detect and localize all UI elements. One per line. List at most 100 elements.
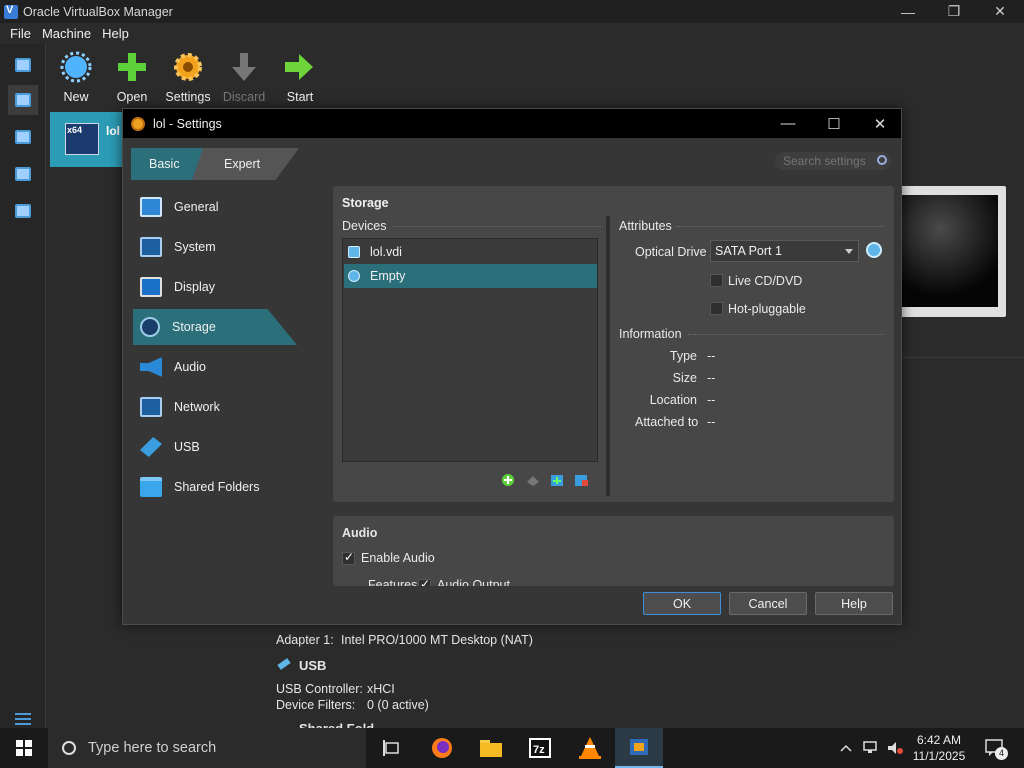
- start-menu-button[interactable]: [0, 728, 48, 768]
- remove-controller-icon[interactable]: [525, 472, 541, 488]
- media-icon: [15, 167, 31, 181]
- usb-section-header[interactable]: USB: [299, 658, 326, 673]
- panel-splitter[interactable]: [606, 216, 610, 496]
- device-label: Empty: [370, 269, 406, 283]
- file-explorer-taskbar-button[interactable]: [467, 728, 515, 768]
- storage-devices-tree[interactable]: lol.vdi Empty: [342, 238, 598, 462]
- settings-button[interactable]: Settings: [162, 46, 214, 106]
- close-button[interactable]: ✕: [977, 0, 1023, 23]
- optical-drive-select[interactable]: SATA Port 1: [710, 240, 859, 262]
- nav-system[interactable]: System: [133, 229, 297, 265]
- network-tool-button[interactable]: [8, 196, 38, 226]
- list-icon: [15, 713, 31, 725]
- features-label: Features: [368, 578, 418, 586]
- menu-help[interactable]: Help: [102, 26, 129, 41]
- device-item-empty[interactable]: Empty: [344, 264, 597, 288]
- search-settings-box: [775, 152, 891, 170]
- ok-button[interactable]: OK: [643, 592, 721, 615]
- settings-label: Settings: [165, 90, 211, 104]
- start-button[interactable]: Start: [274, 46, 326, 106]
- 7zip-icon: 7z: [529, 738, 551, 758]
- nav-usb[interactable]: USB: [133, 429, 297, 465]
- welcome-tool-button[interactable]: [8, 50, 38, 80]
- task-view-button[interactable]: [368, 728, 416, 768]
- cancel-button[interactable]: Cancel: [729, 592, 807, 615]
- clock-time: 6:42 AM: [916, 733, 962, 747]
- discard-arrow-icon: [227, 50, 261, 84]
- chevron-down-icon: [845, 249, 853, 254]
- nav-shared-folders[interactable]: Shared Folders: [133, 469, 297, 505]
- preview-screen: [902, 195, 998, 307]
- optical-drive-label: Optical Drive: [635, 245, 707, 259]
- start-arrow-icon: [283, 50, 317, 84]
- nav-general[interactable]: General: [133, 189, 297, 225]
- device-item-lol-vdi[interactable]: lol.vdi: [344, 240, 597, 264]
- vlc-taskbar-button[interactable]: [566, 728, 614, 768]
- choose-disk-icon[interactable]: [866, 242, 882, 258]
- volume-muted-icon: [888, 742, 903, 754]
- start-label: Start: [286, 90, 314, 104]
- folder-icon: [140, 477, 162, 497]
- discard-button[interactable]: Discard: [218, 46, 270, 106]
- welcome-icon: [15, 58, 31, 72]
- audio-title: Audio: [342, 526, 378, 540]
- hot-pluggable-checkbox[interactable]: [710, 302, 723, 315]
- enable-audio-checkbox[interactable]: [342, 550, 355, 565]
- nav-usb-label: USB: [174, 440, 200, 454]
- vm-preview: [890, 186, 1006, 317]
- extensions-tool-button[interactable]: [8, 122, 38, 152]
- nav-display[interactable]: Display: [133, 269, 297, 305]
- add-controller-icon[interactable]: [500, 472, 516, 488]
- audio-output-label[interactable]: Audio Output: [437, 578, 510, 586]
- folder-icon: [480, 740, 502, 757]
- network-tray-button[interactable]: [860, 728, 882, 768]
- volume-tray-button[interactable]: [884, 728, 906, 768]
- dialog-maximize-button[interactable]: ☐: [811, 109, 857, 138]
- windows-logo-icon: [16, 740, 32, 756]
- network-tool-icon: [15, 204, 31, 218]
- machines-tool-button[interactable]: [8, 85, 38, 115]
- dialog-minimize-button[interactable]: —: [765, 109, 811, 138]
- enable-audio-label[interactable]: Enable Audio: [361, 551, 435, 565]
- nav-storage[interactable]: Storage: [133, 309, 297, 345]
- virtualbox-taskbar-button[interactable]: [615, 728, 663, 768]
- live-cd-label[interactable]: Live CD/DVD: [728, 274, 802, 288]
- search-settings-input[interactable]: [783, 153, 873, 169]
- nav-audio[interactable]: Audio: [133, 349, 297, 385]
- live-cd-checkbox[interactable]: [710, 274, 723, 287]
- audio-output-checkbox[interactable]: [418, 577, 431, 586]
- menu-machine[interactable]: Machine: [42, 26, 91, 41]
- media-tool-button[interactable]: [8, 159, 38, 189]
- devices-label: Devices: [342, 219, 387, 233]
- info-attached-to-label: Attached to: [635, 415, 699, 429]
- add-attachment-icon[interactable]: [549, 472, 565, 488]
- optical-drive-value: SATA Port 1: [715, 244, 782, 258]
- nav-network[interactable]: Network: [133, 389, 297, 425]
- new-button[interactable]: New: [50, 46, 102, 106]
- windows-taskbar: Type here to search 7z 6:42 AM 11/1/2025…: [0, 728, 1024, 768]
- info-type-label: Type: [669, 349, 697, 363]
- hot-pluggable-label[interactable]: Hot-pluggable: [728, 302, 806, 316]
- clock-date: 11/1/2025: [912, 749, 966, 763]
- show-hidden-icons-button[interactable]: [836, 728, 856, 768]
- open-button[interactable]: Open: [106, 46, 158, 106]
- tab-basic[interactable]: Basic: [149, 157, 180, 171]
- minimize-button[interactable]: —: [885, 0, 931, 23]
- general-icon: [140, 197, 162, 217]
- machine-icon: [15, 93, 31, 107]
- taskbar-search[interactable]: Type here to search: [48, 728, 366, 768]
- maximize-button[interactable]: ❐: [931, 0, 977, 23]
- help-button[interactable]: Help: [815, 592, 893, 615]
- firefox-taskbar-button[interactable]: [418, 728, 466, 768]
- nav-network-label: Network: [174, 400, 220, 414]
- menu-file[interactable]: File: [10, 26, 31, 41]
- remove-attachment-icon[interactable]: [573, 472, 589, 488]
- vm-list-item[interactable]: lol: [50, 112, 130, 167]
- shared-folders-header[interactable]: Shared Fold: [299, 721, 374, 728]
- main-window-title: Oracle VirtualBox Manager: [23, 4, 173, 19]
- taskbar-clock[interactable]: 6:42 AM 11/1/2025: [908, 732, 970, 764]
- 7zip-taskbar-button[interactable]: 7z: [516, 728, 564, 768]
- dialog-close-button[interactable]: ✕: [857, 109, 903, 138]
- tab-expert[interactable]: Expert: [224, 157, 260, 171]
- notifications-button[interactable]: 4: [980, 728, 1010, 768]
